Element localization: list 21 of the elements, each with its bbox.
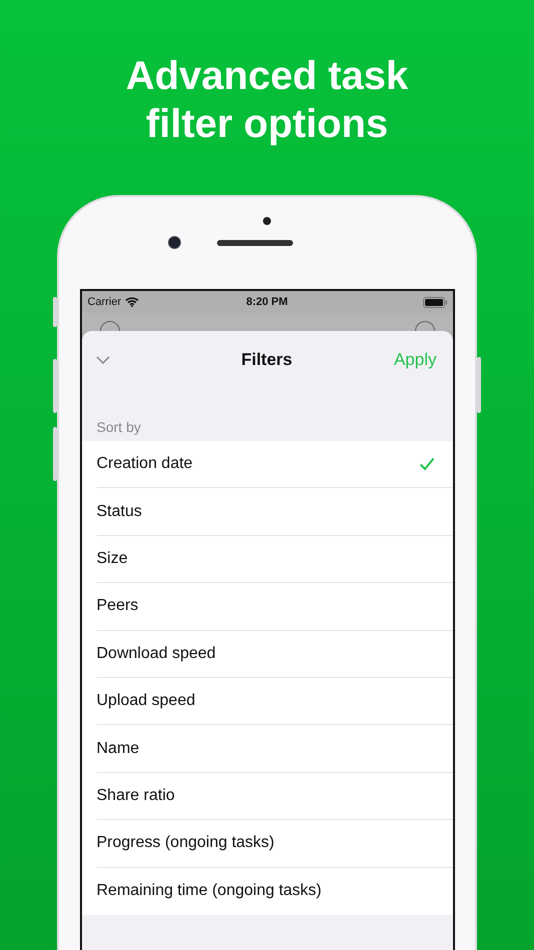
headline: Advanced task filter options xyxy=(124,53,410,148)
sensor-icon xyxy=(263,217,271,225)
sheet-title: Filters xyxy=(240,350,294,370)
sort-option[interactable]: Name xyxy=(96,725,452,773)
status-time: 8:20 PM xyxy=(245,296,289,308)
sort-option[interactable]: Creation date xyxy=(96,441,452,488)
sort-option[interactable]: Progress (ongoing tasks) xyxy=(96,820,452,868)
speaker-icon xyxy=(216,240,292,246)
battery-icon xyxy=(422,296,447,308)
wifi-icon xyxy=(125,297,140,307)
sort-option[interactable]: Download speed xyxy=(96,630,452,678)
sort-option[interactable]: Peers xyxy=(96,583,452,631)
sort-option[interactable]: Share ratio xyxy=(96,772,452,820)
sort-option[interactable]: Status xyxy=(96,488,452,536)
camera-icon xyxy=(168,236,180,249)
sort-option[interactable]: Size xyxy=(96,536,452,584)
chevron-down-icon xyxy=(96,356,110,364)
carrier-label: Carrier xyxy=(88,296,122,308)
sort-option[interactable]: Remaining time (ongoing tasks) xyxy=(82,868,452,915)
sort-option[interactable]: Upload speed xyxy=(96,678,452,726)
section-header: Sort by xyxy=(96,418,142,437)
